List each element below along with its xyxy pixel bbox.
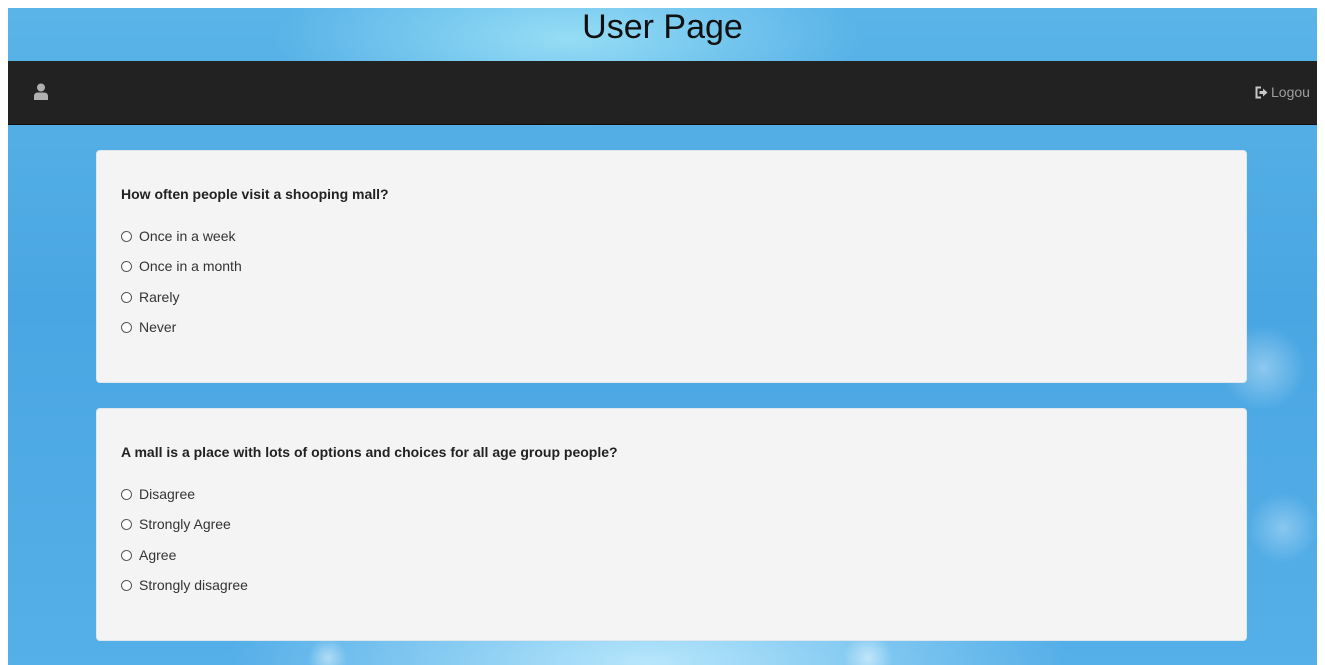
option-label: Once in a week [139,228,236,244]
option-disagree[interactable]: Disagree [121,484,195,504]
radio-button[interactable] [121,230,132,242]
user-icon[interactable] [34,83,50,101]
option-label: Never [139,319,177,335]
navbar: Logou [8,61,1317,125]
option-agree[interactable]: Agree [121,545,176,565]
radio-button[interactable] [121,549,132,561]
option-label: Agree [139,547,177,563]
radio-button[interactable] [121,579,132,591]
radio-button[interactable] [121,518,132,530]
radio-button[interactable] [121,291,132,303]
option-strongly-agree[interactable]: Strongly Agree [121,514,231,534]
radio-button[interactable] [121,488,132,500]
page-frame: User Page Logou How often people visit a… [8,8,1317,665]
logout-icon [1255,86,1268,99]
option-label: Rarely [139,289,180,305]
option-label: Disagree [139,486,196,502]
option-once-in-a-week[interactable]: Once in a week [121,226,236,246]
option-never[interactable]: Never [121,317,176,337]
radio-button[interactable] [121,260,132,272]
page-title: User Page [582,8,743,46]
question-text: A mall is a place with lots of options a… [121,444,618,460]
option-label: Once in a month [139,258,242,274]
option-strongly-disagree[interactable]: Strongly disagree [121,575,248,595]
option-label: Strongly disagree [139,577,248,593]
option-rarely[interactable]: Rarely [121,287,179,307]
logout-label: Logou [1271,84,1310,100]
option-label: Strongly Agree [139,516,231,532]
question-card-1: How often people visit a shooping mall? … [96,150,1247,383]
option-once-in-a-month[interactable]: Once in a month [121,256,242,276]
question-card-2: A mall is a place with lots of options a… [96,408,1247,641]
question-text: How often people visit a shooping mall? [121,186,389,202]
radio-button[interactable] [121,321,132,333]
logout-link[interactable]: Logou [1255,83,1310,103]
